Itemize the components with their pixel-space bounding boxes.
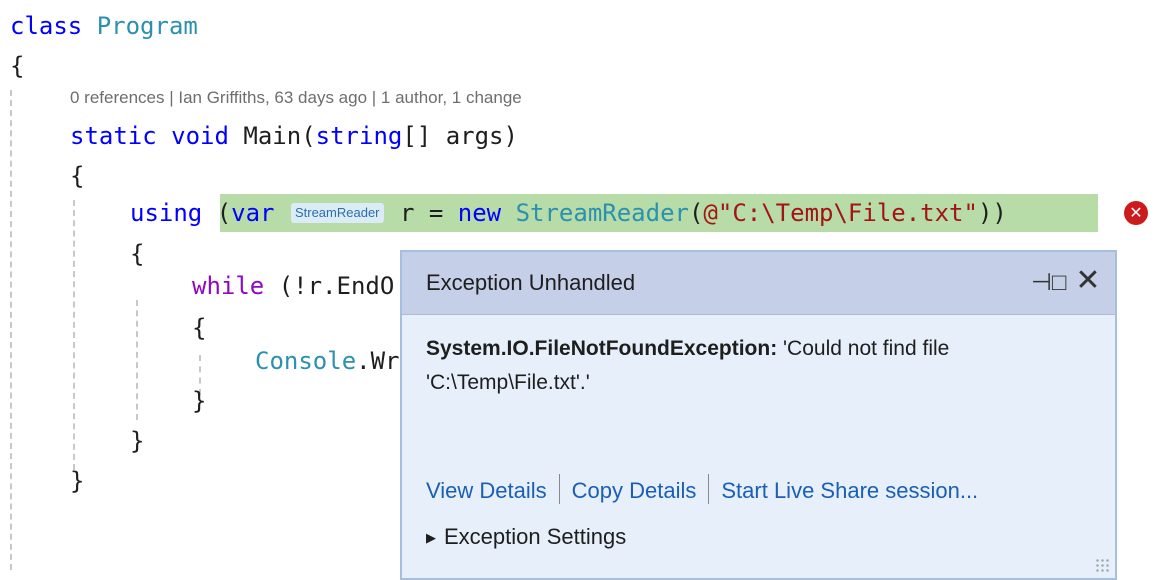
exception-popup-header: Exception Unhandled ⊣□ ✕ [402,252,1115,315]
code-line-brace: { [130,240,145,268]
indent-guide [10,90,12,570]
code-line-brace: } [70,467,85,495]
code-line-brace: { [192,314,207,342]
exception-message: System.IO.FileNotFoundException: 'Could … [426,332,1086,400]
error-icon[interactable]: ✕ [1124,201,1148,225]
code-line-class: class Program [10,12,198,40]
view-details-link[interactable]: View Details [426,478,547,503]
exception-settings-toggle[interactable]: ▶ Exception Settings [426,524,626,550]
code-line-brace: } [130,427,145,455]
pin-icon[interactable]: ⊣□ [1031,266,1066,300]
inlay-type-hint: StreamReader [290,203,384,223]
code-line-while: while (!r.EndO [192,272,395,300]
code-line-main: static void Main(string[] args) [70,122,518,150]
exception-popup: Exception Unhandled ⊣□ ✕ System.IO.FileN… [400,250,1117,580]
exception-type: System.IO.FileNotFoundException: [426,337,778,360]
live-share-link[interactable]: Start Live Share session... [721,478,978,503]
link-separator [558,474,560,504]
code-line-brace: { [70,162,85,190]
codelens-info[interactable]: 0 references | Ian Griffiths, 63 days ag… [70,88,522,108]
expand-triangle-icon: ▶ [426,530,436,545]
close-icon[interactable]: ✕ [1071,264,1105,298]
copy-details-link[interactable]: Copy Details [572,478,697,503]
exception-title: Exception Unhandled [426,270,636,295]
code-line-using: using (var StreamReader r = new StreamRe… [130,199,1007,227]
code-line-brace: } [192,387,207,415]
code-line-brace: { [10,52,25,80]
exception-links: View Details Copy Details Start Live Share… [426,474,978,504]
code-line-console: Console.Wr [255,347,400,375]
indent-guide [73,200,75,470]
exception-settings-label: Exception Settings [444,524,627,549]
indent-guide [136,300,138,420]
link-separator [708,474,710,504]
